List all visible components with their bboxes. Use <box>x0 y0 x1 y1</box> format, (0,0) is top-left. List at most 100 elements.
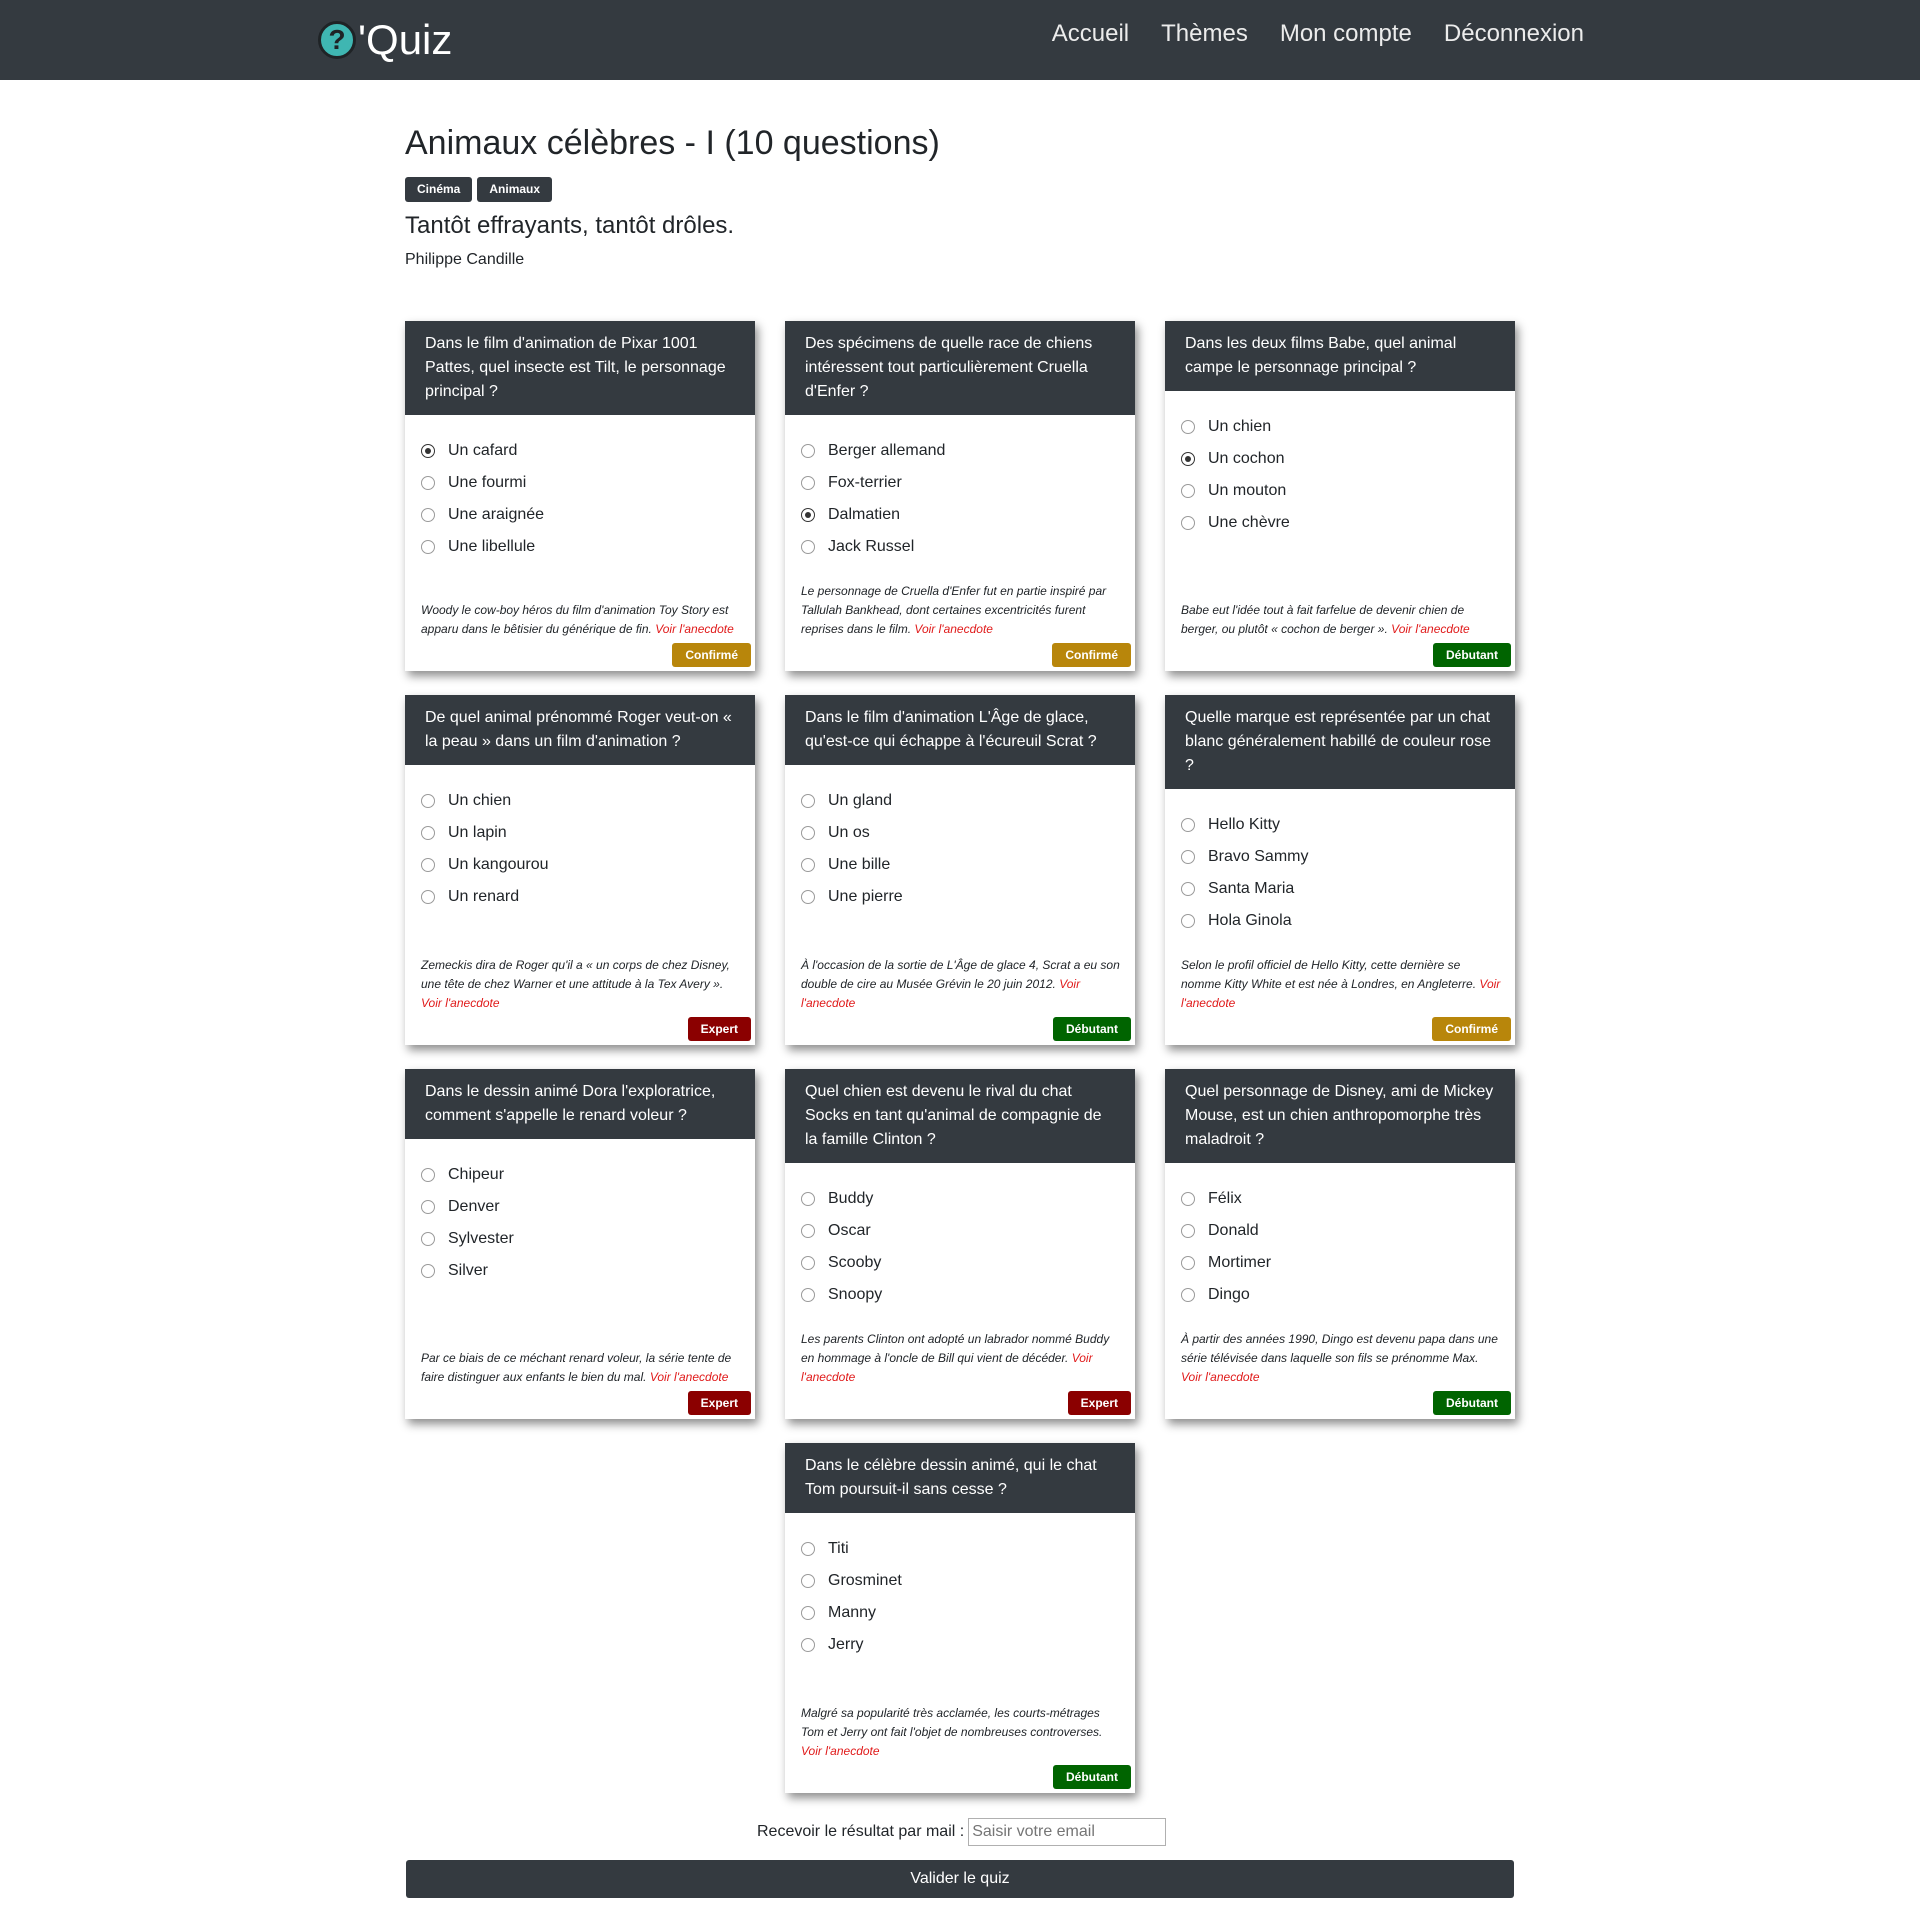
answer-option[interactable]: Hola Ginola <box>1181 905 1499 937</box>
nav-link-mon-compte[interactable]: Mon compte <box>1280 18 1412 50</box>
answer-option[interactable]: Une fourmi <box>421 467 739 499</box>
answer-option[interactable]: Un cochon <box>1181 443 1499 475</box>
answer-option[interactable]: Une chèvre <box>1181 507 1499 539</box>
email-input[interactable] <box>968 1818 1167 1846</box>
radio-button[interactable] <box>1181 420 1195 434</box>
answer-option[interactable]: Dalmatien <box>801 499 1119 531</box>
radio-button[interactable] <box>1181 1224 1195 1238</box>
anecdote-link[interactable]: Voir l'anecdote <box>421 996 500 1010</box>
radio-button[interactable] <box>801 890 815 904</box>
radio-button[interactable] <box>801 1542 815 1556</box>
radio-button[interactable] <box>1181 452 1195 466</box>
answer-option[interactable]: Félix <box>1181 1183 1499 1215</box>
anecdote-link[interactable]: Voir l'anecdote <box>914 622 993 636</box>
anecdote-link[interactable]: Voir l'anecdote <box>655 622 734 636</box>
answer-option[interactable]: Une bille <box>801 849 1119 881</box>
answer-option[interactable]: Titi <box>801 1533 1119 1565</box>
answer-option[interactable]: Jack Russel <box>801 531 1119 563</box>
radio-button[interactable] <box>1181 1192 1195 1206</box>
anecdote-link[interactable]: Voir l'anecdote <box>1391 622 1470 636</box>
nav-link-deconnexion[interactable]: Déconnexion <box>1444 18 1584 50</box>
answer-option[interactable]: Une pierre <box>801 881 1119 913</box>
radio-button[interactable] <box>801 508 815 522</box>
radio-button[interactable] <box>1181 850 1195 864</box>
radio-button[interactable] <box>801 540 815 554</box>
radio-button[interactable] <box>421 858 435 872</box>
answer-option[interactable]: Scooby <box>801 1247 1119 1279</box>
answer-option[interactable]: Bravo Sammy <box>1181 841 1499 873</box>
anecdote-link[interactable]: Voir l'anecdote <box>801 1744 880 1758</box>
answer-option[interactable]: Un chien <box>421 785 739 817</box>
radio-button[interactable] <box>421 890 435 904</box>
nav-link-accueil[interactable]: Accueil <box>1052 18 1129 50</box>
answer-option[interactable]: Buddy <box>801 1183 1119 1215</box>
answer-option[interactable]: Sylvester <box>421 1223 739 1255</box>
answer-option[interactable]: Fox-terrier <box>801 467 1119 499</box>
answer-option[interactable]: Berger allemand <box>801 435 1119 467</box>
radio-button[interactable] <box>421 1232 435 1246</box>
answer-option[interactable]: Silver <box>421 1255 739 1287</box>
radio-button[interactable] <box>801 1606 815 1620</box>
quiz-author: Philippe Candille <box>405 251 525 268</box>
anecdote-link[interactable]: Voir l'anecdote <box>1181 1370 1260 1384</box>
anecdote-text: Babe eut l'idée tout à fait farfelue de … <box>1181 601 1501 639</box>
answer-option[interactable]: Une araignée <box>421 499 739 531</box>
tag-badge[interactable]: Animaux <box>477 177 553 202</box>
radio-button[interactable] <box>421 794 435 808</box>
radio-button[interactable] <box>421 444 435 458</box>
radio-button[interactable] <box>801 826 815 840</box>
question-card: Quel personnage de Disney, ami de Mickey… <box>1165 1069 1515 1419</box>
answer-option[interactable]: Donald <box>1181 1215 1499 1247</box>
radio-button[interactable] <box>1181 818 1195 832</box>
radio-button[interactable] <box>421 1200 435 1214</box>
answer-option[interactable]: Mortimer <box>1181 1247 1499 1279</box>
radio-button[interactable] <box>1181 484 1195 498</box>
tag-badge[interactable]: Cinéma <box>405 177 473 202</box>
answer-option[interactable]: Un chien <box>1181 411 1499 443</box>
radio-button[interactable] <box>801 1224 815 1238</box>
answer-option[interactable]: Jerry <box>801 1629 1119 1661</box>
radio-button[interactable] <box>421 508 435 522</box>
radio-button[interactable] <box>801 1256 815 1270</box>
radio-button[interactable] <box>421 826 435 840</box>
question-text: Quel chien est devenu le rival du chat S… <box>785 1069 1135 1163</box>
answer-option[interactable]: Snoopy <box>801 1279 1119 1311</box>
anecdote-link[interactable]: Voir l'anecdote <box>650 1370 729 1384</box>
radio-button[interactable] <box>1181 1256 1195 1270</box>
answer-option[interactable]: Un lapin <box>421 817 739 849</box>
answer-option[interactable]: Hello Kitty <box>1181 809 1499 841</box>
radio-button[interactable] <box>421 476 435 490</box>
radio-button[interactable] <box>801 1288 815 1302</box>
nav-link-themes[interactable]: Thèmes <box>1161 18 1248 50</box>
site-logo[interactable]: ? 'Quiz <box>318 14 452 66</box>
answer-option[interactable]: Une libellule <box>421 531 739 563</box>
radio-button[interactable] <box>801 1574 815 1588</box>
answer-option[interactable]: Oscar <box>801 1215 1119 1247</box>
answer-option[interactable]: Un os <box>801 817 1119 849</box>
answer-option[interactable]: Un mouton <box>1181 475 1499 507</box>
answer-option[interactable]: Dingo <box>1181 1279 1499 1311</box>
radio-button[interactable] <box>1181 914 1195 928</box>
radio-button[interactable] <box>801 1192 815 1206</box>
answer-option[interactable]: Grosminet <box>801 1565 1119 1597</box>
radio-button[interactable] <box>801 794 815 808</box>
radio-button[interactable] <box>801 1638 815 1652</box>
radio-button[interactable] <box>801 444 815 458</box>
answer-option[interactable]: Denver <box>421 1191 739 1223</box>
answer-option[interactable]: Manny <box>801 1597 1119 1629</box>
radio-button[interactable] <box>421 1168 435 1182</box>
radio-button[interactable] <box>1181 516 1195 530</box>
radio-button[interactable] <box>421 540 435 554</box>
radio-button[interactable] <box>801 476 815 490</box>
answer-option[interactable]: Un gland <box>801 785 1119 817</box>
answer-option[interactable]: Santa Maria <box>1181 873 1499 905</box>
answer-option[interactable]: Un cafard <box>421 435 739 467</box>
radio-button[interactable] <box>1181 1288 1195 1302</box>
radio-button[interactable] <box>421 1264 435 1278</box>
submit-quiz-button[interactable]: Valider le quiz <box>406 1860 1514 1898</box>
radio-button[interactable] <box>801 858 815 872</box>
answer-option[interactable]: Chipeur <box>421 1159 739 1191</box>
radio-button[interactable] <box>1181 882 1195 896</box>
answer-option[interactable]: Un kangourou <box>421 849 739 881</box>
answer-option[interactable]: Un renard <box>421 881 739 913</box>
